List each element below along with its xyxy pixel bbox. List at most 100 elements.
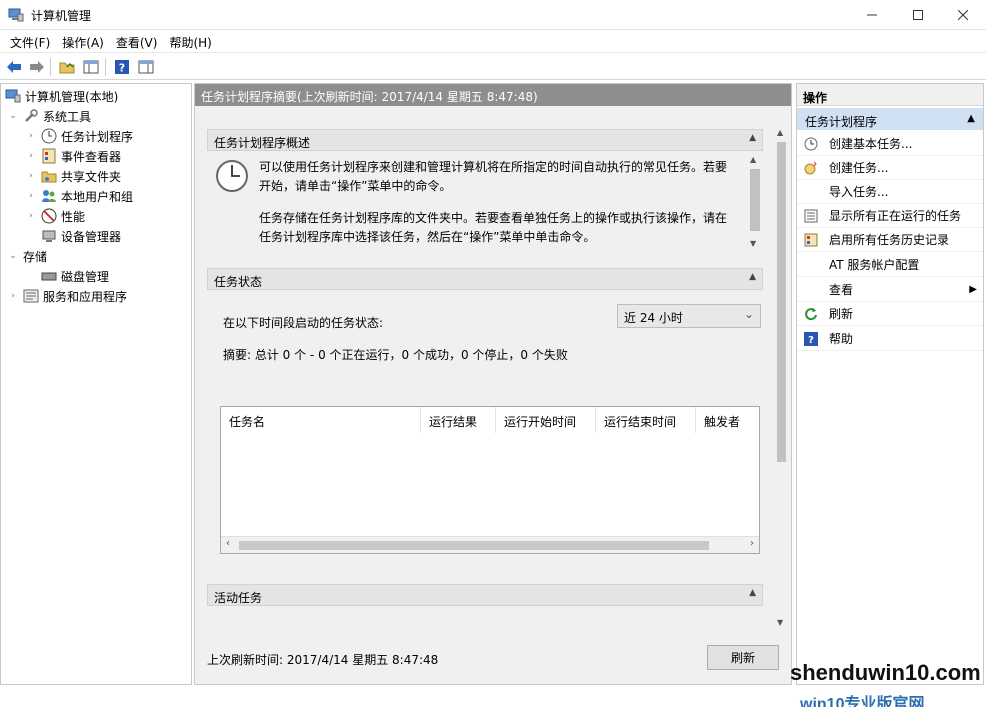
summary-scrollbar[interactable]: ▲ ▼ <box>773 124 790 634</box>
menu-file[interactable]: 文件(F) <box>4 30 56 52</box>
collapse-icon[interactable]: ▲ <box>749 272 756 282</box>
active-section-header[interactable]: 活动任务 ▲ <box>207 584 763 606</box>
up-folder-button[interactable] <box>57 57 77 77</box>
chevron-right-icon[interactable]: › <box>25 190 37 202</box>
scroll-thumb[interactable] <box>777 142 786 462</box>
period-select[interactable]: 近 24 小时 ⌄ <box>617 304 761 328</box>
column-header[interactable]: 运行开始时间 <box>496 407 596 433</box>
scroll-down-icon[interactable]: ▼ <box>750 239 756 248</box>
overview-section-header[interactable]: 任务计划程序概述 ▲ <box>207 129 763 151</box>
tree-label: 共享文件夹 <box>61 169 122 184</box>
tree-item-task-scheduler[interactable]: › 任务计划程序 <box>25 126 133 146</box>
table-hscrollbar[interactable]: ‹ › <box>221 536 759 553</box>
scroll-down-icon[interactable]: ▼ <box>777 618 783 627</box>
chevron-right-icon[interactable]: › <box>25 150 37 162</box>
period-select-value: 近 24 小时 <box>624 311 683 325</box>
chevron-down-icon: ⌄ <box>743 307 754 321</box>
scroll-up-icon[interactable]: ▲ <box>750 155 756 164</box>
chevron-down-icon[interactable]: ⌄ <box>7 250 19 262</box>
close-button[interactable] <box>940 0 986 30</box>
scroll-up-icon[interactable]: ▲ <box>777 128 783 137</box>
action-show-running-tasks[interactable]: 显示所有正在运行的任务 <box>797 204 983 228</box>
tree-item-shared-folders[interactable]: › 共享文件夹 <box>25 166 121 186</box>
tree-item-services-apps[interactable]: › 服务和应用程序 <box>7 286 127 306</box>
tree-item-event-viewer[interactable]: › 事件查看器 <box>25 146 121 166</box>
blank-icon <box>803 184 819 200</box>
column-header[interactable]: 运行结果 <box>421 407 496 433</box>
chevron-down-icon[interactable]: ⌄ <box>7 110 19 122</box>
collapse-icon[interactable]: ▲ <box>967 113 975 124</box>
action-enable-history[interactable]: 启用所有任务历史记录 <box>797 228 983 252</box>
collapse-icon[interactable]: ▲ <box>749 133 756 143</box>
show-hide-action-pane-button[interactable] <box>136 57 156 77</box>
help-icon: ? <box>803 331 819 347</box>
running-tasks-icon <box>803 208 819 224</box>
chevron-right-icon[interactable]: › <box>25 130 37 142</box>
overview-scrollbar[interactable]: ▲ ▼ <box>747 151 763 255</box>
tree-item-disk-management[interactable]: 磁盘管理 <box>41 266 109 286</box>
column-header[interactable]: 触发者 <box>696 407 759 433</box>
tree-label: 存储 <box>23 249 48 264</box>
console-tree: 计算机管理(本地) ⌄ 系统工具 › 任务计划程序 › 事件查看器 › 共享文件… <box>0 83 192 685</box>
action-create-basic-task[interactable]: 创建基本任务... <box>797 132 983 156</box>
chevron-right-icon[interactable]: › <box>25 210 37 222</box>
action-view[interactable]: 查看 ▶ <box>797 278 983 302</box>
column-header[interactable]: 运行结束时间 <box>596 407 696 433</box>
tree-label: 事件查看器 <box>61 149 122 164</box>
scroll-left-icon[interactable]: ‹ <box>226 538 230 549</box>
status-section-header[interactable]: 任务状态 ▲ <box>207 268 763 290</box>
maximize-button[interactable] <box>895 0 941 30</box>
scroll-thumb[interactable] <box>750 169 760 231</box>
users-icon <box>42 190 56 202</box>
collapse-icon[interactable]: ▲ <box>749 588 756 598</box>
action-refresh[interactable]: 刷新 <box>797 302 983 326</box>
chevron-right-icon[interactable]: › <box>7 290 19 302</box>
action-import-task[interactable]: 导入任务... <box>797 180 983 204</box>
actions-section-label: 任务计划程序 <box>805 115 878 129</box>
back-button[interactable] <box>4 57 24 77</box>
tree-label: 计算机管理(本地) <box>25 89 119 104</box>
tree-item-performance[interactable]: › 性能 <box>25 206 85 226</box>
menu-action[interactable]: 操作(A) <box>56 30 110 52</box>
forward-button[interactable] <box>27 57 47 77</box>
show-hide-tree-button[interactable] <box>81 57 101 77</box>
column-header[interactable]: 任务名 <box>221 407 421 433</box>
action-label: 启用所有任务历史记录 <box>829 233 950 247</box>
action-label: 导入任务... <box>829 185 889 199</box>
minimize-button[interactable] <box>849 0 895 30</box>
actions-section-task-scheduler[interactable]: 任务计划程序 ▲ <box>797 108 983 130</box>
task-status-table[interactable]: 任务名 运行结果 运行开始时间 运行结束时间 触发者 ‹ › <box>220 406 760 554</box>
help-toolbar-button[interactable]: ? <box>112 57 132 77</box>
blank-icon <box>803 257 819 273</box>
action-label: 刷新 <box>829 307 854 321</box>
forward-arrow-icon <box>30 61 44 73</box>
scroll-right-icon[interactable]: › <box>750 538 754 549</box>
summary-header: 任务计划程序摘要(上次刷新时间: 2017/4/14 星期五 8:47:48) <box>195 84 791 106</box>
menu-help[interactable]: 帮助(H) <box>163 30 217 52</box>
tools-icon <box>25 109 38 122</box>
tree-item-storage[interactable]: ⌄ 存储 <box>7 246 47 266</box>
scroll-thumb[interactable] <box>239 541 709 550</box>
toolbar-separator <box>105 58 106 76</box>
actions-title: 操作 <box>797 84 983 106</box>
section-title: 任务状态 <box>214 275 263 289</box>
action-help[interactable]: ? 帮助 <box>797 327 983 351</box>
action-label: 创建任务... <box>829 161 889 175</box>
action-create-task[interactable]: 创建任务... <box>797 156 983 180</box>
tree-item-root[interactable]: 计算机管理(本地) <box>5 86 118 106</box>
action-pane-icon <box>138 60 154 74</box>
window-title: 计算机管理 <box>31 9 92 23</box>
watermark-subtitle: win10专业版官网 <box>800 696 925 707</box>
overview-line: 任务计划程序库中选择该任务，然后在“操作”菜单中单击命令。 <box>259 230 596 244</box>
toolbar-separator <box>50 58 51 76</box>
tree-item-local-users[interactable]: › 本地用户和组 <box>25 186 133 206</box>
tree-item-device-manager[interactable]: 设备管理器 <box>41 226 121 246</box>
tree-item-system-tools[interactable]: ⌄ 系统工具 <box>7 106 91 126</box>
chevron-right-icon[interactable]: › <box>25 170 37 182</box>
toolbar: ? <box>0 52 986 80</box>
action-label: 显示所有正在运行的任务 <box>829 209 962 223</box>
event-viewer-icon <box>42 148 56 164</box>
menu-view[interactable]: 查看(V) <box>110 30 164 52</box>
refresh-button[interactable]: 刷新 <box>707 645 779 670</box>
action-at-service-config[interactable]: AT 服务帐户配置 <box>797 253 983 277</box>
